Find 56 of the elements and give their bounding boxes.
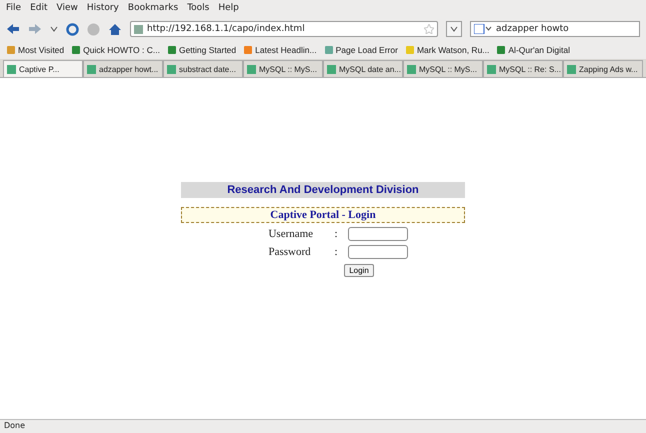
star-icon[interactable] xyxy=(424,24,434,34)
tab-icon xyxy=(327,64,336,74)
input-field[interactable] xyxy=(348,227,408,241)
tab-icon xyxy=(247,64,256,74)
browser-tab[interactable]: adzapper howt... xyxy=(83,60,163,77)
bookmark[interactable]: Al-Qur'an Digital xyxy=(496,44,570,54)
page-icon xyxy=(134,24,143,34)
caret-icon[interactable] xyxy=(50,25,58,33)
menu-item[interactable]: Bookmarks xyxy=(128,3,178,15)
menu-item[interactable]: File xyxy=(6,3,22,15)
menu-item[interactable]: View xyxy=(56,3,78,15)
bookmark-icon xyxy=(496,44,506,54)
tab-icon xyxy=(487,64,496,74)
url-field[interactable]: http://192.168.1.1/capo/index.html xyxy=(130,21,438,37)
form-title: Captive Portal - Login xyxy=(181,207,465,223)
caret-icon xyxy=(450,25,458,33)
tab-icon xyxy=(407,64,416,74)
bookmark-icon xyxy=(6,44,16,54)
field-separator: : xyxy=(334,246,338,258)
tab-icon xyxy=(87,64,96,74)
bookmark[interactable]: Page Load Error xyxy=(324,44,398,54)
browser-tab[interactable]: MySQL :: MyS... xyxy=(403,60,483,77)
browser-tab[interactable]: substract date... xyxy=(163,60,243,77)
menu-item[interactable]: Help xyxy=(218,3,239,15)
browser-tab[interactable]: MySQL date an... xyxy=(323,60,403,77)
tab-icon xyxy=(167,64,176,74)
login-button[interactable]: Login xyxy=(344,264,374,277)
bookmark-icon xyxy=(166,44,177,54)
browser-tab[interactable]: Zapping Ads w... xyxy=(563,60,643,77)
history-dropdown[interactable] xyxy=(446,21,462,37)
tab-icon xyxy=(7,64,16,74)
input-field[interactable] xyxy=(348,245,408,259)
bookmark[interactable]: Getting Started xyxy=(166,44,236,54)
menu-item[interactable]: History xyxy=(86,3,119,15)
page-heading: Research And Development Division xyxy=(181,182,465,198)
browser-tab[interactable]: MySQL :: Re: S... xyxy=(483,60,563,77)
bookmark[interactable]: Mark Watson, Ru... xyxy=(404,44,490,54)
bookmark-icon xyxy=(71,44,82,54)
menu-item[interactable]: Edit xyxy=(30,3,48,15)
bookmark-icon xyxy=(243,44,254,54)
bookmark-icon xyxy=(324,44,334,54)
menu-item[interactable]: Tools xyxy=(187,3,210,15)
back-icon[interactable] xyxy=(6,23,20,35)
bookmark-icon xyxy=(404,44,415,54)
home-icon[interactable] xyxy=(108,22,122,36)
search-field[interactable]: adzapper howto xyxy=(470,21,640,37)
field-label: Password xyxy=(268,246,312,258)
bookmark[interactable]: Quick HOWTO : C... xyxy=(71,44,160,54)
browser-tab[interactable]: Captive P... xyxy=(3,60,83,77)
browser-tab[interactable]: MySQL :: MyS... xyxy=(243,60,323,77)
tab-icon xyxy=(567,64,576,74)
bookmark[interactable]: Most Visited xyxy=(6,44,64,54)
field-separator: : xyxy=(334,228,338,240)
status-text: Done xyxy=(0,419,646,433)
field-label: Username xyxy=(268,228,314,240)
bookmark[interactable]: Latest Headlin... xyxy=(243,44,317,54)
